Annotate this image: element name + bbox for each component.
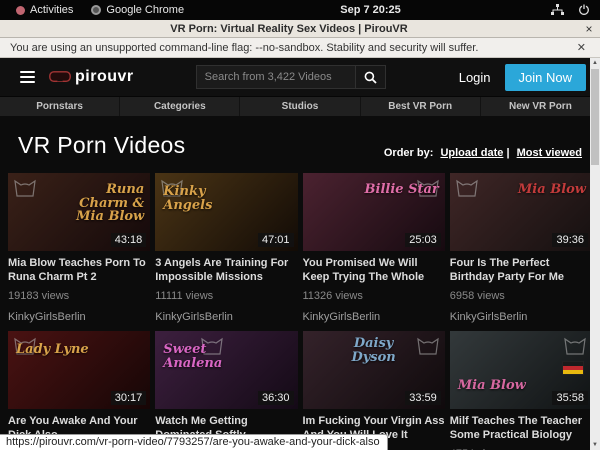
studio-link[interactable]: KinkyGirlsBerlin — [8, 311, 150, 323]
scrollbar-down-arrow-icon[interactable]: ▼ — [590, 440, 600, 450]
video-thumbnail[interactable]: Lady Lyne 30:17 — [8, 331, 150, 409]
video-title[interactable]: Milf Teaches The Teacher Some Practical … — [450, 415, 592, 443]
nav-item-categories[interactable]: Categories — [119, 97, 239, 116]
video-thumbnail[interactable]: Runa Charm & Mia Blow 43:18 — [8, 173, 150, 251]
login-link[interactable]: Login — [459, 70, 491, 85]
studio-cat-logo-icon — [417, 335, 439, 355]
status-bar-url: https://pirouvr.com/vr-porn-video/779325… — [0, 434, 388, 450]
activities-icon — [16, 6, 25, 15]
video-card[interactable]: Mia Blow 35:58 Milf Teaches The Teacher … — [450, 331, 592, 450]
german-flag-icon — [562, 361, 584, 375]
page-title: VR Porn Videos — [18, 132, 185, 159]
thumbnail-overlay-text: Daisy Dyson — [330, 337, 418, 364]
duration-badge: 30:17 — [111, 391, 147, 405]
thumbnail-overlay-text: Sweet Analena — [163, 343, 251, 370]
search-icon — [364, 71, 377, 84]
order-link-most-viewed[interactable]: Most viewed — [517, 147, 582, 159]
video-card[interactable]: Lady Lyne 30:17 Are You Awake And Your D… — [8, 331, 150, 450]
duration-badge: 25:03 — [405, 233, 441, 247]
duration-badge: 33:59 — [405, 391, 441, 405]
studio-cat-logo-icon — [564, 335, 586, 355]
scrollbar-up-arrow-icon[interactable]: ▲ — [590, 58, 600, 68]
app-menu-label: Google Chrome — [106, 4, 184, 16]
site-header: pirouvr Login Join Now — [0, 58, 600, 96]
studio-cat-logo-icon — [456, 177, 478, 197]
video-title[interactable]: Mia Blow Teaches Porn To Runa Charm Pt 2 — [8, 257, 150, 285]
order-by: Order by: Upload date | Most viewed — [384, 147, 582, 159]
video-views: 11326 views — [303, 290, 445, 302]
video-card[interactable]: Kinky Angels 47:01 3 Angels Are Training… — [155, 173, 297, 323]
order-link-upload-date[interactable]: Upload date — [440, 147, 503, 159]
thumbnail-overlay-text: Mia Blow — [498, 183, 586, 197]
video-card[interactable]: Billie Star 25:03 You Promised We Will K… — [303, 173, 445, 323]
video-views: 19183 views — [8, 290, 150, 302]
clock[interactable]: Sep 7 20:25 — [196, 4, 545, 16]
video-card[interactable]: Mia Blow 39:36 Four Is The Perfect Birth… — [450, 173, 592, 323]
video-card[interactable]: Runa Charm & Mia Blow 43:18 Mia Blow Tea… — [8, 173, 150, 323]
video-card[interactable]: Sweet Analena 36:30 Watch Me Getting Dom… — [155, 331, 297, 450]
duration-badge: 39:36 — [552, 233, 588, 247]
studio-link[interactable]: KinkyGirlsBerlin — [303, 311, 445, 323]
video-thumbnail[interactable]: Mia Blow 39:36 — [450, 173, 592, 251]
order-by-label: Order by: — [384, 147, 434, 159]
power-icon[interactable] — [578, 4, 590, 16]
video-thumbnail[interactable]: Sweet Analena 36:30 — [155, 331, 297, 409]
site-logo[interactable]: pirouvr — [49, 68, 134, 86]
thumbnail-overlay-text: Mia Blow — [458, 379, 546, 393]
duration-badge: 36:30 — [258, 391, 294, 405]
chrome-infobar: You are using an unsupported command-lin… — [0, 38, 600, 58]
search-button[interactable] — [356, 65, 386, 89]
page-content: pirouvr Login Join Now Pornstars Categor… — [0, 58, 600, 450]
video-thumbnail[interactable]: Mia Blow 35:58 — [450, 331, 592, 409]
thumbnail-overlay-text: Runa Charm & Mia Blow — [56, 183, 144, 224]
activities-button[interactable]: Activities — [10, 4, 79, 16]
hamburger-menu-icon[interactable] — [20, 71, 35, 83]
video-views: 11111 views — [155, 290, 297, 302]
studio-link[interactable]: KinkyGirlsBerlin — [155, 311, 297, 323]
main-nav: Pornstars Categories Studios Best VR Por… — [0, 96, 600, 116]
activities-label: Activities — [30, 4, 73, 16]
site-logo-text: pirouvr — [75, 68, 134, 86]
video-title[interactable]: Four Is The Perfect Birthday Party For M… — [450, 257, 592, 285]
app-menu-button[interactable]: Google Chrome — [85, 4, 190, 16]
search-input[interactable] — [196, 65, 356, 89]
nav-item-best-vr-porn[interactable]: Best VR Porn — [360, 97, 480, 116]
infobar-message: You are using an unsupported command-lin… — [10, 42, 573, 54]
video-thumbnail[interactable]: Kinky Angels 47:01 — [155, 173, 297, 251]
nav-item-pornstars[interactable]: Pornstars — [0, 97, 119, 116]
studio-cat-logo-icon — [14, 177, 36, 197]
thumbnail-overlay-text: Lady Lyne — [16, 343, 104, 357]
system-top-bar: Activities Google Chrome Sep 7 20:25 — [0, 0, 600, 20]
vertical-scrollbar[interactable]: ▲ ▼ — [590, 58, 600, 450]
nav-item-new-vr-porn[interactable]: New VR Porn — [480, 97, 600, 116]
video-thumbnail[interactable]: Billie Star 25:03 — [303, 173, 445, 251]
video-title[interactable]: You Promised We Will Keep Trying The Who… — [303, 257, 445, 285]
join-now-button[interactable]: Join Now — [505, 64, 586, 91]
video-views: 6958 views — [450, 290, 592, 302]
network-icon[interactable] — [551, 4, 564, 16]
thumbnail-overlay-text: Billie Star — [351, 183, 439, 197]
vr-headset-icon — [49, 71, 71, 84]
duration-badge: 35:58 — [552, 391, 588, 405]
studio-link[interactable]: KinkyGirlsBerlin — [450, 311, 592, 323]
video-title[interactable]: 3 Angels Are Training For Impossible Mis… — [155, 257, 297, 285]
thumbnail-overlay-text: Kinky Angels — [163, 185, 251, 212]
duration-badge: 43:18 — [111, 233, 147, 247]
nav-item-studios[interactable]: Studios — [239, 97, 359, 116]
window-titlebar: VR Porn: Virtual Reality Sex Videos | Pi… — [0, 20, 600, 38]
chrome-icon — [91, 5, 101, 15]
video-card[interactable]: Daisy Dyson 33:59 Im Fucking Your Virgin… — [303, 331, 445, 450]
duration-badge: 47:01 — [258, 233, 294, 247]
video-grid: Runa Charm & Mia Blow 43:18 Mia Blow Tea… — [0, 173, 600, 450]
infobar-close-icon[interactable]: ✕ — [573, 41, 590, 54]
search-area — [196, 65, 386, 89]
window-title: VR Porn: Virtual Reality Sex Videos | Pi… — [0, 23, 578, 35]
order-separator: | — [506, 147, 509, 159]
video-thumbnail[interactable]: Daisy Dyson 33:59 — [303, 331, 445, 409]
scrollbar-thumb[interactable] — [591, 69, 599, 165]
window-close-icon[interactable]: × — [578, 22, 600, 36]
